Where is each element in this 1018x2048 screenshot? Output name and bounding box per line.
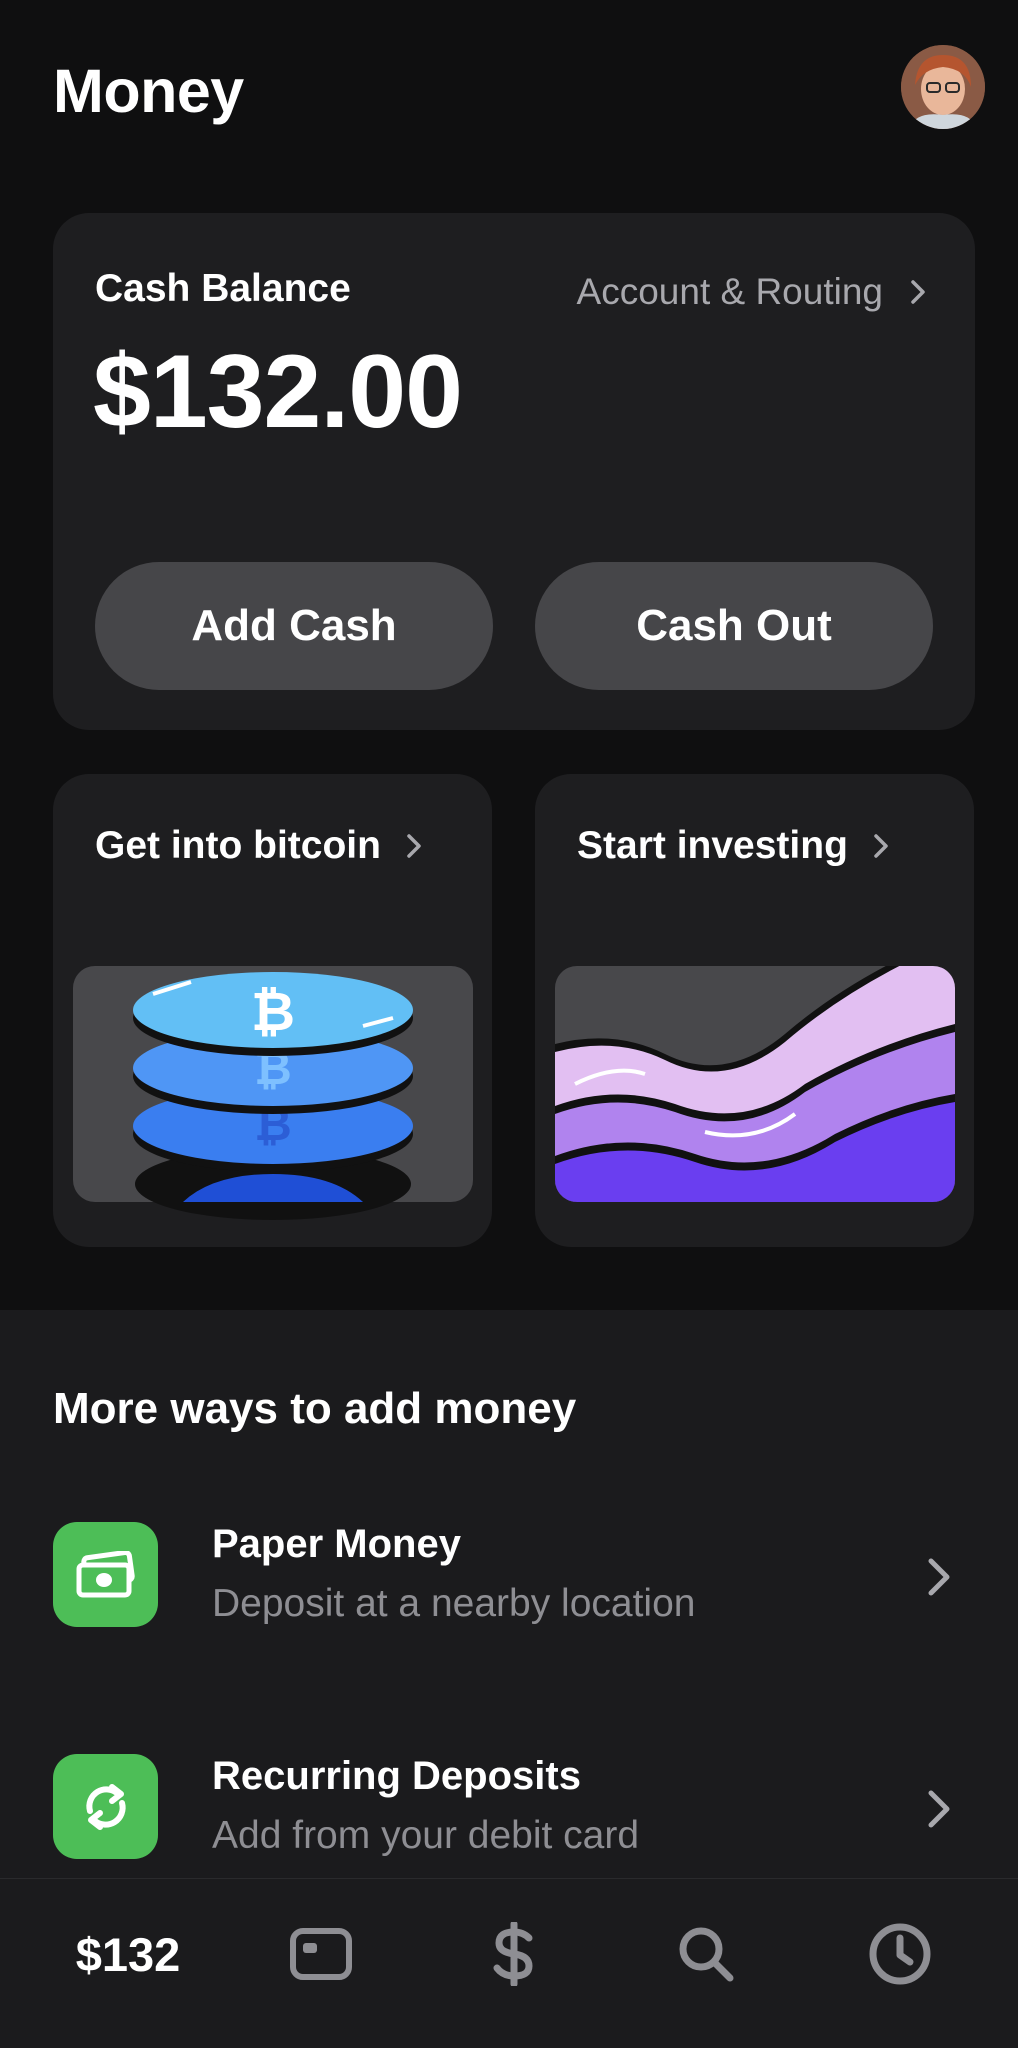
avatar[interactable] — [901, 45, 985, 129]
bitcoin-promo-title: Get into bitcoin — [95, 824, 381, 867]
tab-activity[interactable] — [864, 1919, 936, 1989]
add-cash-button[interactable]: Add Cash — [95, 562, 493, 690]
account-routing-link[interactable]: Account & Routing — [577, 271, 927, 313]
svg-text:₿: ₿ — [251, 982, 295, 1042]
investing-waves-illustration — [555, 966, 955, 1202]
balance-amount: $132.00 — [93, 334, 463, 450]
clock-icon — [869, 1923, 931, 1985]
investing-promo-title-row: Start investing — [577, 824, 890, 868]
cash-out-button[interactable]: Cash Out — [535, 562, 933, 690]
avatar-photo — [901, 45, 985, 129]
bitcoin-promo-title-row: Get into bitcoin — [95, 824, 423, 868]
chevron-right-icon — [874, 834, 888, 858]
bitcoin-coins-illustration: ₿ ₿ ₿ — [73, 966, 473, 1220]
chevron-right-icon — [928, 1558, 950, 1596]
tab-card[interactable] — [285, 1919, 357, 1989]
dollar-icon — [493, 1922, 533, 1986]
recurring-deposits-subtitle: Add from your debit card — [212, 1814, 640, 1857]
investing-promo-title: Start investing — [577, 824, 848, 867]
chevron-right-icon — [911, 280, 925, 304]
money-screen: Money Cash Balance Account & Routing $13… — [0, 0, 1018, 2048]
cash-balance-card: Cash Balance Account & Routing $132.00 A… — [53, 213, 975, 730]
tab-search[interactable] — [670, 1919, 742, 1989]
paper-money-title: Paper Money — [212, 1522, 461, 1566]
bottom-tab-bar: $132 — [0, 1878, 1018, 2048]
chevron-right-icon — [928, 1790, 950, 1828]
paper-money-subtitle: Deposit at a nearby location — [212, 1582, 696, 1625]
cash-icon — [53, 1522, 158, 1627]
tab-balance[interactable]: $132 — [68, 1919, 188, 1989]
card-icon — [290, 1928, 352, 1980]
recurring-icon — [53, 1754, 158, 1859]
paper-money-row[interactable]: Paper Money Deposit at a nearby location — [0, 1510, 1018, 1670]
investing-promo-card[interactable]: Start investing — [535, 774, 974, 1247]
tab-pay[interactable] — [478, 1919, 550, 1989]
bitcoin-promo-card[interactable]: Get into bitcoin ₿ ₿ ₿ — [53, 774, 492, 1247]
cash-balance-label: Cash Balance — [95, 267, 351, 310]
recurring-deposits-title: Recurring Deposits — [212, 1754, 581, 1798]
page-title: Money — [53, 57, 244, 125]
more-ways-section: More ways to add money Paper Money Depos… — [0, 1310, 1018, 1880]
search-icon — [679, 1927, 734, 1982]
chevron-right-icon — [407, 834, 421, 858]
account-routing-label: Account & Routing — [576, 271, 883, 312]
section-title: More ways to add money — [53, 1384, 577, 1433]
